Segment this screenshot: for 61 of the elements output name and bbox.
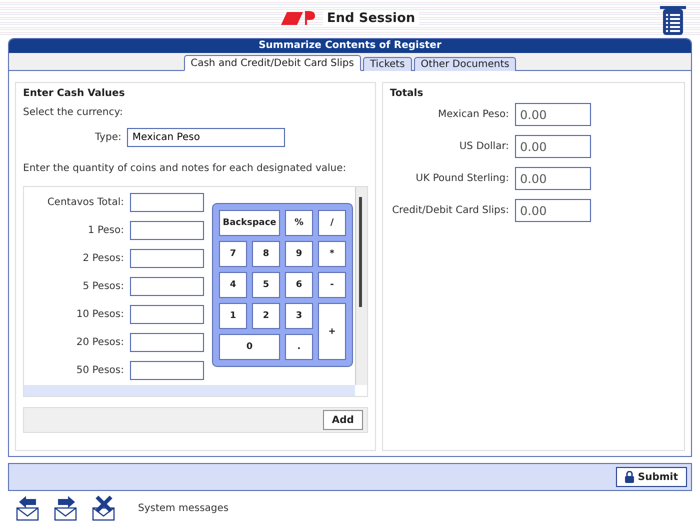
field-label: 50 Pesos: [76, 365, 124, 376]
keypad-key[interactable]: 3 [285, 303, 313, 329]
logo-icon [280, 10, 315, 26]
quantity-field[interactable] [130, 305, 204, 324]
add-button[interactable]: Add [322, 410, 363, 430]
horizontal-scrollbar[interactable] [24, 385, 355, 396]
panel-title: Summarize Contents of Register [9, 39, 691, 53]
instruction-text: Select the currency: [23, 107, 124, 118]
keypad-key[interactable]: 9 [285, 241, 313, 267]
menu-icon[interactable] [660, 6, 686, 36]
page-title: End Session [322, 10, 420, 26]
currency-field[interactable]: Mexican Peso [127, 128, 286, 147]
quantity-field[interactable] [130, 277, 204, 296]
field-label: 20 Pesos: [76, 337, 124, 348]
system-messages-label[interactable]: System messages [138, 502, 229, 514]
total-field[interactable]: 0.00 [515, 103, 591, 126]
field-label: Type: [95, 132, 122, 143]
field-label: US Dollar: [459, 141, 509, 152]
field-label: 10 Pesos: [76, 309, 124, 320]
total-field[interactable]: 0.00 [515, 135, 591, 158]
quantity-field[interactable] [130, 361, 204, 380]
keypad-key[interactable]: - [318, 272, 346, 298]
delete-mail-icon[interactable] [92, 495, 116, 521]
field-label: UK Pound Sterling: [416, 173, 509, 184]
submit-button[interactable]: Submit [616, 467, 687, 487]
quantity-field[interactable] [130, 221, 204, 240]
vertical-scrollbar[interactable] [354, 187, 367, 385]
lock-icon [624, 471, 634, 483]
keypad-key[interactable]: 2 [252, 303, 280, 329]
quantity-field[interactable] [130, 193, 204, 212]
field-label: 1 Peso: [88, 225, 124, 236]
quantity-field[interactable] [130, 249, 204, 268]
keypad-key[interactable]: * [318, 241, 346, 267]
field-label: Mexican Peso: [438, 109, 509, 120]
field-label: Credit/Debit Card Slips: [392, 205, 509, 216]
quantity-field[interactable] [130, 333, 204, 352]
keypad-key[interactable]: + [318, 303, 346, 360]
tab[interactable]: Cash and Credit/Debit Card Slips [184, 55, 361, 71]
field-label: 2 Pesos: [82, 253, 124, 264]
keypad-key[interactable]: 5 [252, 272, 280, 298]
keypad-key[interactable]: 8 [252, 241, 280, 267]
total-field[interactable]: 0.00 [515, 167, 591, 190]
keypad-key[interactable]: Backspace [219, 210, 280, 236]
instruction-text: Enter the quantity of coins and notes for each designated value: [23, 163, 348, 174]
keypad-key[interactable]: 7 [219, 241, 247, 267]
field-label: 5 Pesos: [82, 281, 124, 292]
section-heading: Totals [390, 88, 424, 99]
keypad-key[interactable]: / [318, 210, 346, 236]
keypad-key[interactable]: 4 [219, 272, 247, 298]
field-label: Centavos Total: [47, 197, 124, 208]
tab[interactable]: Tickets [363, 57, 412, 71]
keypad-key[interactable]: 0 [219, 334, 280, 360]
keypad-key[interactable]: . [285, 334, 313, 360]
keypad-key[interactable]: 1 [219, 303, 247, 329]
keypad-key[interactable]: 6 [285, 272, 313, 298]
total-field[interactable]: 0.00 [515, 199, 591, 222]
reply-mail-icon[interactable] [16, 495, 40, 521]
tab[interactable]: Other Documents [414, 57, 516, 71]
forward-mail-icon[interactable] [54, 495, 78, 521]
keypad-key[interactable]: % [285, 210, 313, 236]
section-heading: Enter Cash Values [23, 88, 126, 99]
